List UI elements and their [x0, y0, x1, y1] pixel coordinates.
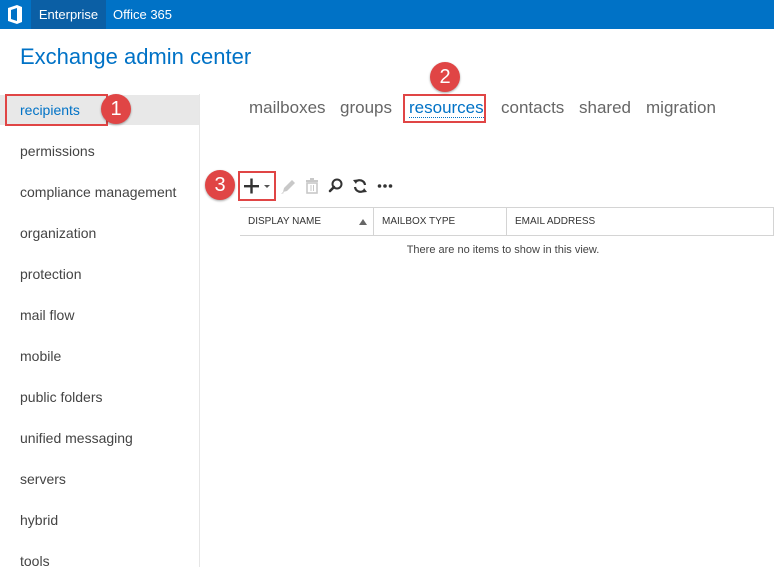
nav-item-unified-messaging[interactable]: unified messaging [0, 423, 199, 453]
annotation-box-recipients [5, 94, 108, 126]
office365-tab[interactable]: Office 365 [113, 0, 172, 29]
nav-item-tools[interactable]: tools [0, 546, 199, 576]
annotation-badge-2: 2 [430, 62, 460, 92]
annotation-box-resources [403, 94, 486, 123]
nav-item-compliance-management[interactable]: compliance management [0, 177, 199, 207]
left-nav: recipients permissions compliance manage… [0, 94, 200, 569]
annotation-badge-3: 3 [205, 170, 235, 200]
refresh-icon[interactable] [351, 176, 369, 196]
more-icon[interactable] [376, 176, 394, 196]
search-icon[interactable] [327, 176, 345, 196]
edit-icon [281, 180, 295, 194]
table-header: DISPLAY NAME MAILBOX TYPE EMAIL ADDRESS [240, 207, 774, 236]
annotation-box-add [238, 171, 276, 201]
delete-icon [306, 178, 318, 194]
nav-item-hybrid[interactable]: hybrid [0, 505, 199, 535]
empty-message: There are no items to show in this view. [406, 244, 600, 256]
col-display-name[interactable]: DISPLAY NAME [240, 208, 373, 235]
col-mailbox-type[interactable]: MAILBOX TYPE [374, 208, 506, 235]
nav-item-protection[interactable]: protection [0, 259, 199, 289]
office-logo-icon[interactable] [7, 5, 23, 24]
sort-asc-icon [359, 219, 367, 225]
tab-mailboxes[interactable]: mailboxes [249, 98, 326, 118]
nav-item-public-folders[interactable]: public folders [0, 382, 199, 412]
top-bar: Enterprise Office 365 [0, 0, 774, 29]
annotation-badge-1: 1 [101, 94, 131, 124]
tab-migration[interactable]: migration [646, 98, 716, 118]
nav-item-servers[interactable]: servers [0, 464, 199, 494]
col-email-address[interactable]: EMAIL ADDRESS [507, 208, 773, 235]
page-title: Exchange admin center [20, 44, 252, 69]
tab-shared[interactable]: shared [579, 98, 631, 118]
tab-groups[interactable]: groups [340, 98, 392, 118]
nav-item-permissions[interactable]: permissions [0, 136, 199, 166]
nav-item-mobile[interactable]: mobile [0, 341, 199, 371]
tab-contacts[interactable]: contacts [501, 98, 564, 118]
enterprise-tab[interactable]: Enterprise [31, 0, 106, 29]
nav-item-organization[interactable]: organization [0, 218, 199, 248]
nav-item-mail-flow[interactable]: mail flow [0, 300, 199, 330]
